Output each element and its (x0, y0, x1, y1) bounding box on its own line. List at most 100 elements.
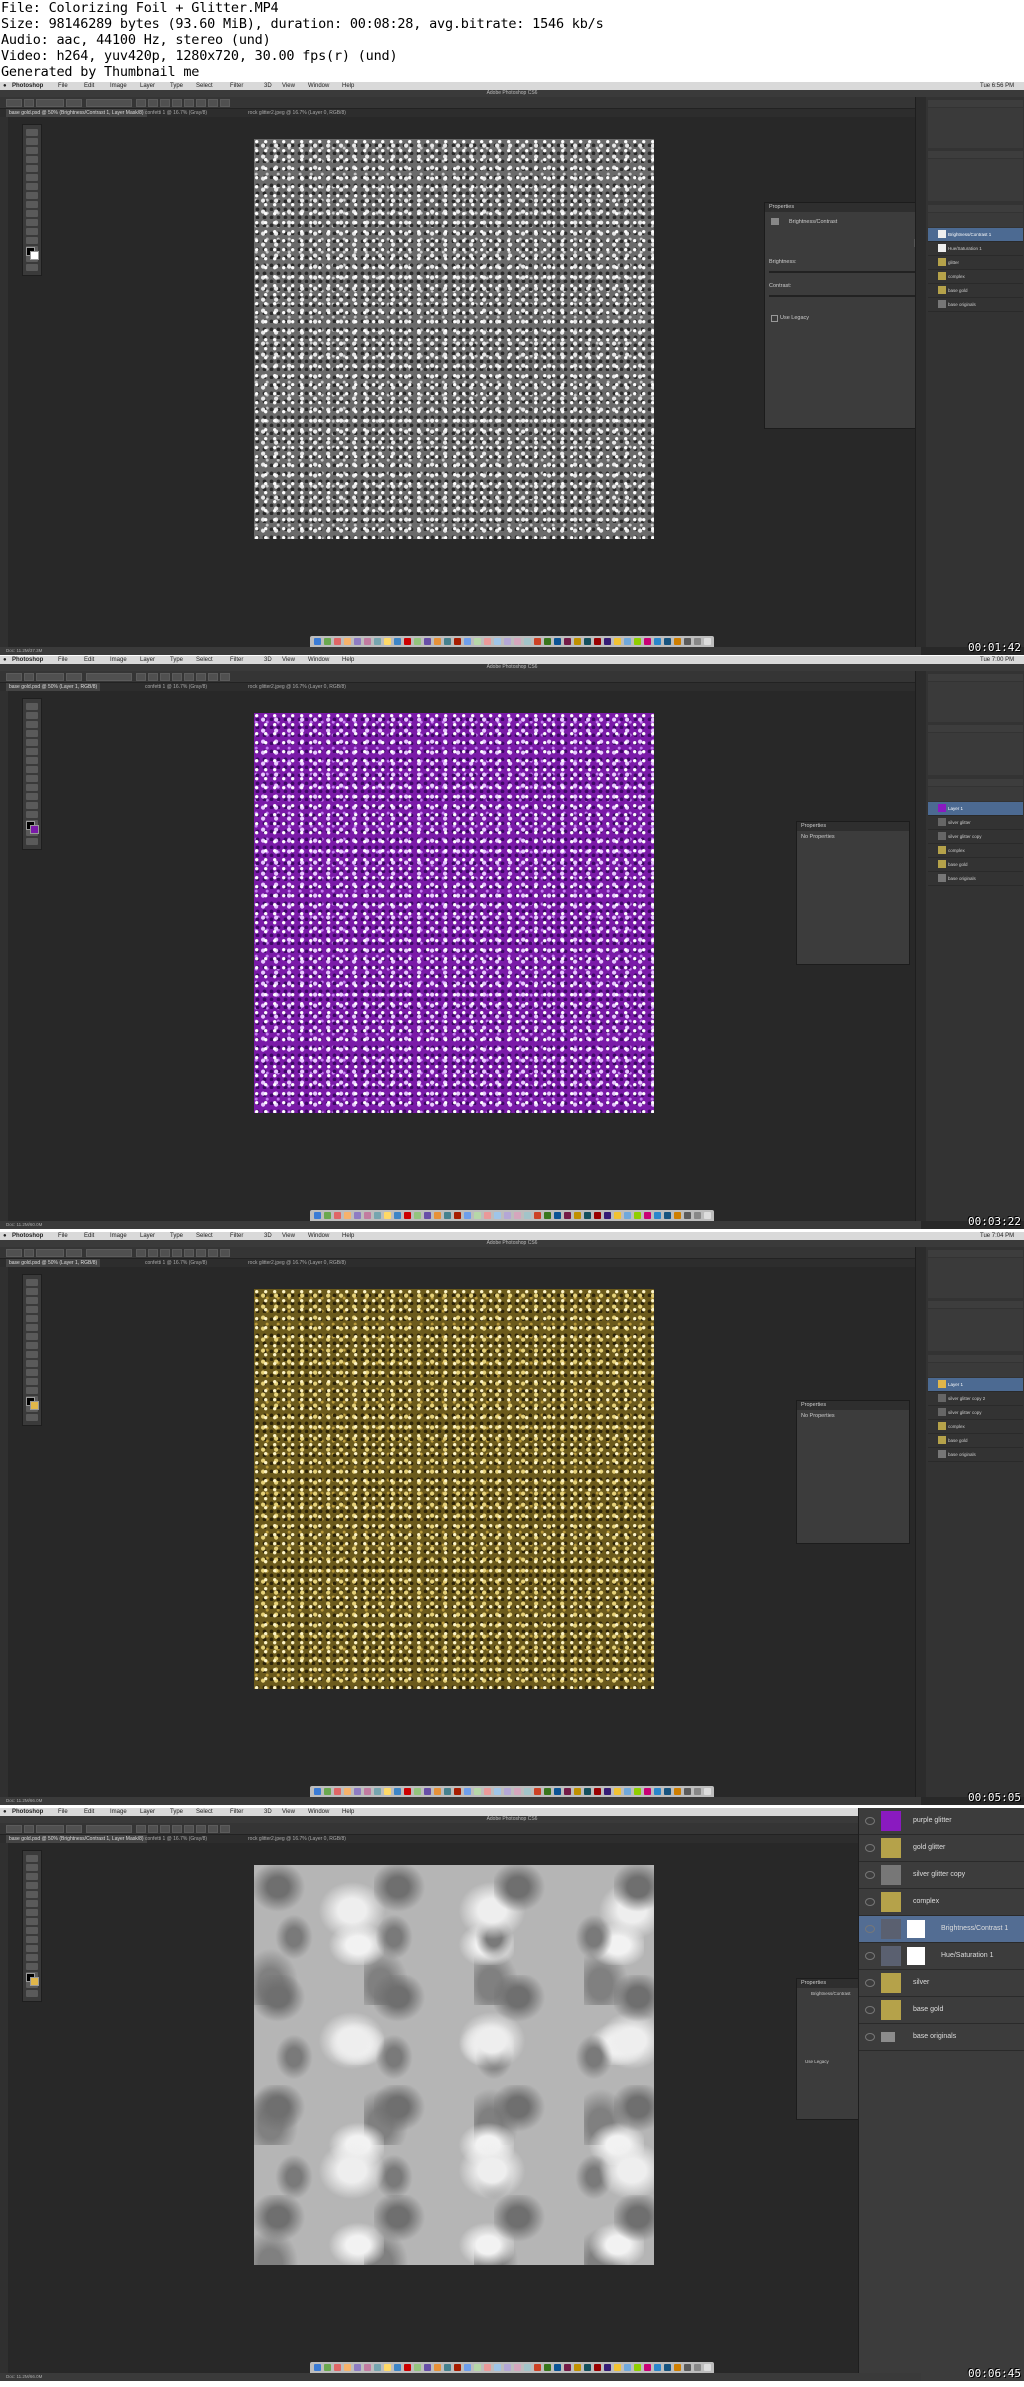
dock-app-icon[interactable] (654, 2364, 661, 2371)
tool-button[interactable] (26, 721, 38, 728)
document-tab[interactable]: confetti 1 @ 16.7% (Gray/8) (142, 1259, 210, 1267)
visibility-eye-icon[interactable] (865, 1817, 875, 1825)
menu-edit[interactable]: Edit (84, 1232, 94, 1240)
dock-app-icon[interactable] (594, 2364, 601, 2371)
dock-app-icon[interactable] (414, 1788, 421, 1795)
dock-app-icon[interactable] (394, 2364, 401, 2371)
dock-app-icon[interactable] (354, 2364, 361, 2371)
option-control[interactable] (36, 1249, 64, 1257)
option-control[interactable] (86, 1825, 132, 1833)
dock-app-icon[interactable] (664, 2364, 671, 2371)
dock-app-icon[interactable] (494, 1788, 501, 1795)
option-control[interactable] (36, 673, 64, 681)
option-control[interactable] (86, 673, 132, 681)
dock-app-icon[interactable] (404, 1212, 411, 1219)
dock-app-icon[interactable] (604, 1788, 611, 1795)
adjustments-panel[interactable] (928, 1309, 1023, 1351)
tool-button[interactable] (26, 1279, 38, 1286)
option-control[interactable] (148, 1249, 158, 1257)
background-color-swatch[interactable] (30, 825, 39, 834)
dock-app-icon[interactable] (474, 638, 481, 645)
dock-app-icon[interactable] (514, 638, 521, 645)
menu-type[interactable]: Type (170, 1232, 183, 1240)
layer-row[interactable]: base gold (928, 858, 1023, 872)
color-panel-header[interactable] (928, 1250, 1023, 1257)
menu-layer[interactable]: Layer (140, 82, 155, 90)
menu-filter[interactable]: Filter (230, 1232, 243, 1240)
document-tab[interactable]: rock glitter2.jpeg @ 16.7% (Layer 0, RGB… (245, 109, 349, 117)
option-control[interactable] (86, 99, 132, 107)
tool-button[interactable] (26, 1954, 38, 1961)
option-control[interactable] (66, 99, 82, 107)
dock-app-icon[interactable] (444, 638, 451, 645)
document-canvas[interactable] (254, 1289, 654, 1689)
dock-app-icon[interactable] (504, 1212, 511, 1219)
tool-button[interactable] (26, 748, 38, 755)
tool-button[interactable] (26, 156, 38, 163)
color-panel-header[interactable] (928, 100, 1023, 107)
tool-button[interactable] (26, 793, 38, 800)
tool-button[interactable] (26, 1306, 38, 1313)
layer-row[interactable]: complex (928, 270, 1023, 284)
adjustments-panel[interactable] (928, 159, 1023, 201)
dock-app-icon[interactable] (704, 1788, 711, 1795)
option-control[interactable] (172, 1249, 182, 1257)
dock-app-icon[interactable] (584, 2364, 591, 2371)
adjustments-header[interactable] (928, 1301, 1023, 1308)
adjustments-header[interactable] (928, 151, 1023, 158)
layers-header[interactable] (928, 205, 1023, 212)
dock-app-icon[interactable] (694, 638, 701, 645)
tool-button[interactable] (26, 1288, 38, 1295)
dock-app-icon[interactable] (404, 2364, 411, 2371)
dock-app-icon[interactable] (424, 1212, 431, 1219)
dock-app-icon[interactable] (524, 2364, 531, 2371)
dock-app-icon[interactable] (634, 1788, 641, 1795)
layer-row[interactable]: base originals (928, 872, 1023, 886)
dock-app-icon[interactable] (474, 1788, 481, 1795)
dock-app-icon[interactable] (464, 2364, 471, 2371)
document-canvas[interactable] (254, 139, 654, 539)
dock-app-icon[interactable] (354, 1212, 361, 1219)
dock-app-icon[interactable] (504, 1788, 511, 1795)
menu-file[interactable]: File (58, 656, 68, 664)
tool-button[interactable] (26, 138, 38, 145)
dock-app-icon[interactable] (544, 2364, 551, 2371)
menu-filter[interactable]: Filter (230, 1808, 243, 1816)
menu-layer[interactable]: Layer (140, 656, 155, 664)
tool-button[interactable] (26, 1351, 38, 1358)
document-tab[interactable]: confetti 1 @ 16.7% (Gray/8) (142, 1835, 210, 1843)
dock-app-icon[interactable] (434, 1212, 441, 1219)
dock-app-icon[interactable] (704, 1212, 711, 1219)
option-control[interactable] (160, 673, 170, 681)
document-tab[interactable]: confetti 1 @ 16.7% (Gray/8) (142, 109, 210, 117)
tool-button[interactable] (26, 1855, 38, 1862)
menu-help[interactable]: Help (342, 1232, 354, 1240)
dock-app-icon[interactable] (354, 638, 361, 645)
color-panel[interactable] (928, 682, 1023, 722)
menu-image[interactable]: Image (110, 1808, 127, 1816)
dock-app-icon[interactable] (394, 1788, 401, 1795)
dock-app-icon[interactable] (344, 2364, 351, 2371)
tool-button[interactable] (26, 703, 38, 710)
document-tab[interactable]: rock glitter2.jpeg @ 16.7% (Layer 0, RGB… (245, 1259, 349, 1267)
layer-row[interactable]: complex (928, 844, 1023, 858)
document-canvas[interactable] (254, 1865, 654, 2265)
dock-app-icon[interactable] (604, 2364, 611, 2371)
tool-button[interactable] (26, 1342, 38, 1349)
dock-app-icon[interactable] (434, 638, 441, 645)
dock-app-icon[interactable] (434, 1788, 441, 1795)
tool-button[interactable] (26, 1378, 38, 1385)
menu-3d[interactable]: 3D (264, 82, 272, 90)
tool-button[interactable] (26, 730, 38, 737)
app-menu[interactable]: Photoshop (12, 82, 43, 90)
dock-app-icon[interactable] (494, 2364, 501, 2371)
tool-button[interactable] (26, 1909, 38, 1916)
tool-button[interactable] (26, 1918, 38, 1925)
dock-app-icon[interactable] (314, 2364, 321, 2371)
dock-app-icon[interactable] (374, 1788, 381, 1795)
tool-button[interactable] (26, 1414, 38, 1421)
dock-app-icon[interactable] (634, 638, 641, 645)
dock-app-icon[interactable] (404, 1788, 411, 1795)
dock-app-icon[interactable] (694, 1788, 701, 1795)
menu-window[interactable]: Window (308, 1232, 329, 1240)
